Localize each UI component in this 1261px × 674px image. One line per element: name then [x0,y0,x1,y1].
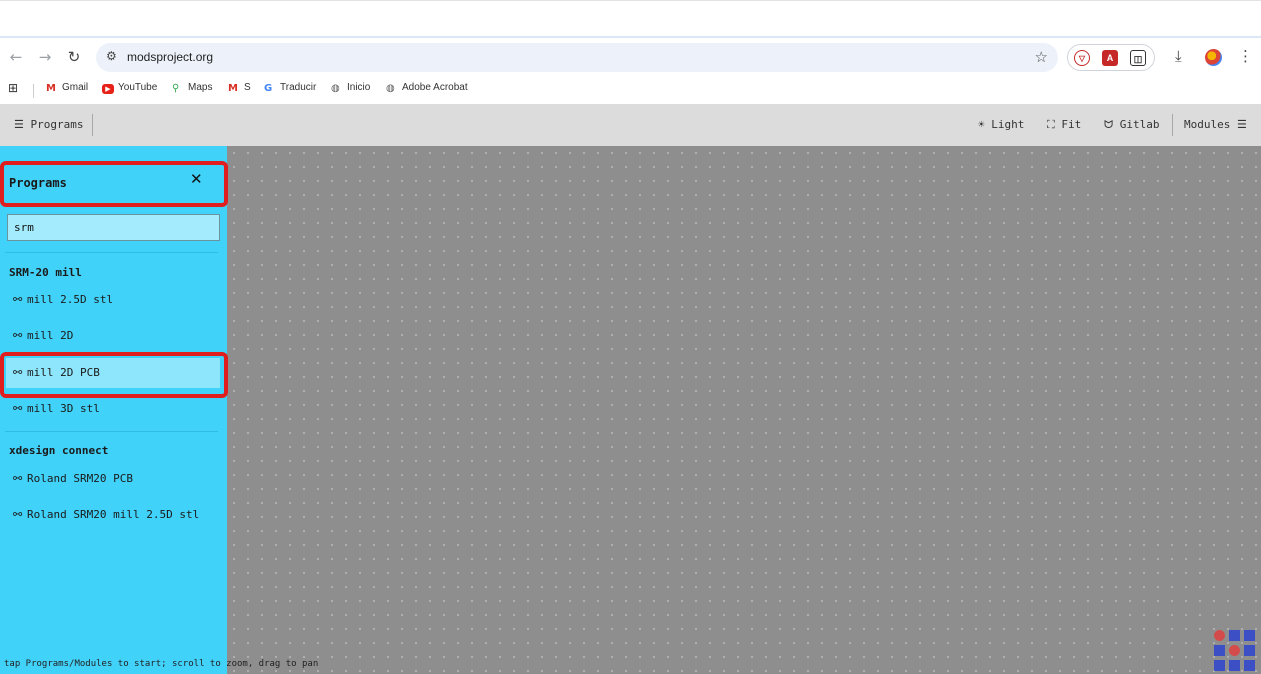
back-arrow-icon[interactable]: ← [5,46,27,68]
link-icon: ⚯ [13,293,23,306]
link-icon: ⚯ [13,472,23,485]
program-item-label: mill 3D stl [27,402,100,415]
sidebar-divider [5,431,218,432]
address-bar[interactable]: ⚙ modsproject.org ☆ [96,43,1058,72]
program-search-input[interactable] [7,214,220,241]
gmail-icon: M [228,83,238,94]
bookmark-label: S [244,82,251,93]
bookmark-s[interactable]: MS [228,82,251,94]
reload-icon[interactable]: ↻ [63,46,85,68]
program-item-label: mill 2D PCB [27,366,100,379]
bookmark-label: Gmail [62,82,89,93]
extensions-puzzle-icon[interactable]: ◫ [1130,50,1146,66]
program-item[interactable]: ⚯ mill 2D [6,321,220,351]
program-item-label: Roland SRM20 PCB [27,472,133,485]
pocket-extension-icon[interactable]: ▽ [1074,50,1090,66]
program-item[interactable]: ⚯ mill 2.5D stl [6,285,220,315]
program-item-label: mill 2.5D stl [27,293,114,306]
browser-menu-icon[interactable]: ⋮ [1238,47,1253,65]
apps-grid-icon[interactable]: ⊞ [8,81,18,95]
status-hint: tap Programs/Modules to start; scroll to… [4,659,319,669]
bookmark-label: Adobe Acrobat [402,82,468,93]
extensions-group: ▽ A ◫ [1067,44,1155,71]
browser-toolbar: ← → ↻ ⚙ modsproject.org ☆ ▽ A ◫ ⤓ ⋮ [0,38,1261,78]
bookmark-traducir[interactable]: G Traducir [264,82,317,94]
profile-avatar[interactable] [1205,49,1222,66]
youtube-icon: ▶ [102,84,114,94]
globe-icon: ◍ [386,83,395,94]
mods-logo [1214,630,1256,672]
header-separator [1172,114,1173,136]
forward-arrow-icon[interactable]: → [34,46,56,68]
fit-button[interactable]: ⛶ Fit [1047,118,1081,132]
program-item-label: Roland SRM20 mill 2.5D stl [27,508,200,521]
programs-menu-button[interactable]: ☰ Programs [14,118,83,131]
bookmark-label: Inicio [347,82,371,93]
gitlab-link[interactable]: ᗢ Gitlab [1104,118,1160,132]
bookmark-label: Maps [188,82,213,93]
program-item[interactable]: ⚯ mill 3D stl [6,394,220,424]
bookmark-adobe-acrobat[interactable]: ◍ Adobe Acrobat [386,82,468,94]
program-item-selected[interactable]: ⚯ mill 2D PCB [6,358,220,388]
link-icon: ⚯ [13,366,23,379]
maps-icon: ⚲ [172,83,180,94]
globe-icon: ◍ [331,83,340,94]
translate-icon: G [264,83,273,94]
link-icon: ⚯ [13,402,23,415]
sidebar-title: Programs [9,176,67,190]
program-item[interactable]: ⚯ Roland SRM20 PCB [6,464,220,494]
gmail-icon: M [46,83,56,94]
bookmark-gmail[interactable]: M Gmail [46,82,89,94]
programs-sidebar: Programs ✕ SRM-20 mill ⚯ mill 2.5D stl ⚯ m… [0,146,227,674]
link-icon: ⚯ [13,508,23,521]
bookmark-label: Traducir [280,82,317,93]
browser-tabstrip [0,0,1261,36]
address-url[interactable]: modsproject.org [127,50,213,64]
acrobat-extension-icon[interactable]: A [1102,50,1118,66]
bookmark-inicio[interactable]: ◍ Inicio [331,82,371,94]
close-icon[interactable]: ✕ [190,170,203,188]
gitlab-icon: ᗢ [1104,118,1120,131]
modules-menu-button[interactable]: Modules ☰ [1184,118,1247,131]
bookmark-youtube[interactable]: ▶ YouTube [102,82,157,94]
gitlab-label: Gitlab [1119,118,1160,131]
bookmark-maps[interactable]: ⚲ Maps [172,82,213,94]
program-item-label: mill 2D [27,329,74,342]
light-theme-button[interactable]: ☀ Light [978,118,1024,131]
app-header: ☰ Programs ☀ Light ⛶ Fit ᗢ Gitlab Module… [0,104,1261,146]
group-heading-srm20: SRM-20 mill [9,266,82,279]
bookmarks-bar: ⊞ M Gmail ▶ YouTube ⚲ Maps MS G Traducir ◍ In… [0,78,1261,104]
link-icon: ⚯ [13,329,23,342]
sidebar-divider [5,252,218,253]
bookmark-star-icon[interactable]: ☆ [1035,48,1048,66]
bookmark-label: YouTube [118,82,158,93]
group-heading-xdesign: xdesign connect [9,444,109,457]
header-separator [92,114,93,136]
download-icon[interactable]: ⤓ [1175,47,1182,65]
site-settings-icon[interactable]: ⚙ [106,49,117,63]
bookmarks-separator [33,84,34,98]
program-canvas[interactable] [227,146,1261,674]
program-item[interactable]: ⚯ Roland SRM20 mill 2.5D stl [6,500,220,530]
